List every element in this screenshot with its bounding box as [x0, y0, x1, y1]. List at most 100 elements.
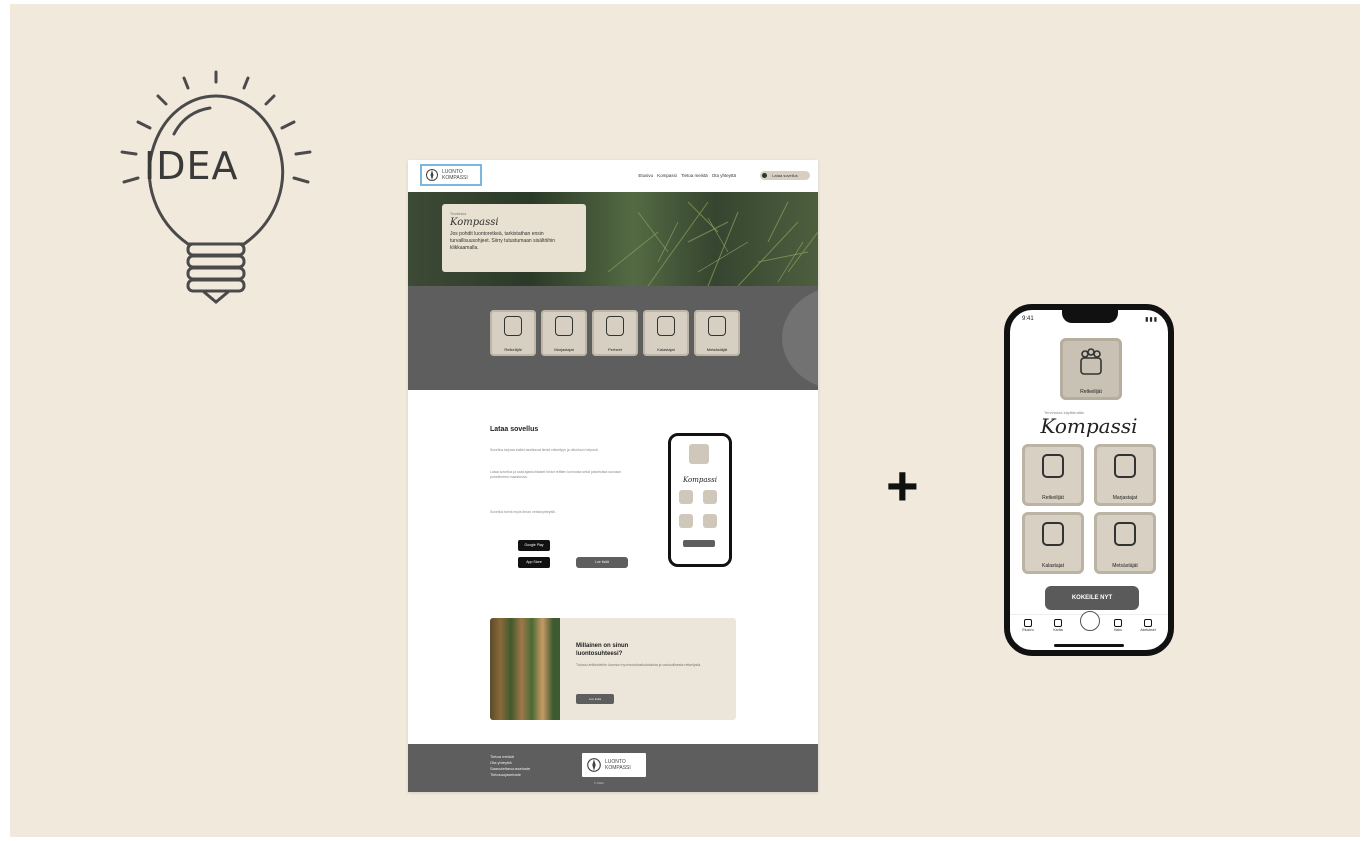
phone-tile-anglers[interactable]: Kalastajat: [1022, 512, 1084, 574]
nav-link-about[interactable]: Tietoa meistä: [681, 173, 708, 178]
idea-lightbulb-icon: [120, 70, 312, 304]
phone-tile-hunters[interactable]: Metsästäjät: [1094, 512, 1156, 574]
category-band: Retkeilijät Marjastajat Perheet Kalastaj…: [408, 286, 818, 390]
family-icon: [606, 316, 624, 336]
tab-map[interactable]: Kartta: [1046, 619, 1070, 632]
download-app-section: Lataa sovellus Sovellus tarjoaa kaikki t…: [408, 390, 818, 612]
search-icon: [1114, 619, 1122, 627]
hunting-icon: [1114, 522, 1136, 546]
phone-tab-bar: Etusivu Kartta Haku Asetukset: [1010, 611, 1168, 643]
phone-tile-hikers[interactable]: Retkeilijät: [1022, 444, 1084, 506]
phone-tile-berry-pickers[interactable]: Marjastajat: [1094, 444, 1156, 506]
mini-tile: [689, 444, 709, 464]
tile-label: Kalastajat: [657, 347, 675, 352]
logo-line-2: KOMPASSI: [442, 175, 468, 181]
footer-links: Tietoa meistä Ota yhteyttä Saavutettavuu…: [490, 754, 530, 778]
category-tile-hunters[interactable]: Metsästäjät: [694, 310, 740, 356]
status-time: 9:41: [1022, 316, 1034, 322]
download-paragraph-1: Sovellus tarjoaa kaikki tarvittavat tied…: [490, 448, 599, 452]
nav-download-button[interactable]: Lataa sovellus: [760, 171, 810, 180]
nav-links: Etusivu Kompassi Tietoa meistä Ota yhtey…: [638, 173, 736, 178]
phone-try-now-button[interactable]: KOKEILE NYT: [1045, 586, 1139, 610]
hero-title: Kompassi: [450, 217, 499, 228]
idea-label: IDEA: [144, 144, 239, 188]
phone-notch: [1062, 310, 1118, 323]
category-tiles: Retkeilijät Marjastajat Perheet Kalastaj…: [490, 310, 740, 356]
mini-tile: [703, 490, 717, 504]
presentation-canvas: IDEA LUONTO KOMPASSI Etusivu Kompassi Ti…: [10, 4, 1360, 837]
logo-text: LUONTO KOMPASSI: [442, 169, 468, 181]
compass-logo-icon: [426, 169, 438, 181]
hiker-icon: [1042, 454, 1064, 478]
tile-label: Perheet: [607, 347, 622, 352]
tab-home[interactable]: Etusivu: [1016, 619, 1040, 632]
tile-label: Marjastajat: [554, 347, 574, 352]
category-tile-berry-pickers[interactable]: Marjastajat: [541, 310, 587, 356]
nav-link-contact[interactable]: Ota yhteyttä: [712, 173, 736, 178]
hunting-icon: [708, 316, 726, 336]
group-icon: [1080, 348, 1102, 375]
forest-photo: [490, 618, 560, 720]
mini-tile: [679, 490, 693, 504]
tab-label: Asetukset: [1140, 628, 1156, 632]
category-tile-anglers[interactable]: Kalastajat: [643, 310, 689, 356]
hero-banner: Tervetuloa Kompassi Jos pohdit luontoret…: [408, 192, 818, 286]
tab-label: Etusivu: [1022, 628, 1034, 632]
compass-logo-icon: [587, 758, 601, 772]
category-tile-families[interactable]: Perheet: [592, 310, 638, 356]
download-read-more-button[interactable]: Lue lisää: [576, 557, 628, 568]
tab-label: Kartta: [1053, 628, 1063, 632]
tile-label: Metsästäjät: [706, 347, 728, 352]
google-play-badge[interactable]: Google Play: [518, 540, 550, 551]
forest-card-title: Millainen on sinun luontosuhteesi?: [576, 643, 629, 657]
fishing-icon: [1042, 522, 1064, 546]
fishing-icon: [657, 316, 675, 336]
tab-settings[interactable]: Asetukset: [1136, 619, 1160, 632]
nav-link-kompassi[interactable]: Kompassi: [657, 173, 677, 178]
category-tile-hikers[interactable]: Retkeilijät: [490, 310, 536, 356]
site-footer: Tietoa meistä Ota yhteyttä Saavutettavuu…: [408, 744, 818, 792]
mini-tile: [679, 514, 693, 528]
mini-tile: [703, 514, 717, 528]
phone-tile-label: Retkeilijät: [1042, 495, 1064, 501]
hero-card: Tervetuloa Kompassi Jos pohdit luontoret…: [442, 204, 586, 272]
phone-tile-label: Metsästäjät: [1112, 563, 1138, 569]
home-indicator: [1054, 644, 1124, 647]
status-icons: ▮▮▮: [1145, 317, 1158, 323]
hero-kicker: Tervetuloa: [450, 212, 467, 216]
download-section-title: Lataa sovellus: [490, 426, 539, 433]
download-paragraph-2: Lataa sovellus ja saat ajankohtaiset tie…: [490, 470, 621, 479]
website-mockup: LUONTO KOMPASSI Etusivu Kompassi Tietoa …: [408, 160, 818, 792]
footer-logo[interactable]: LUONTO KOMPASSI: [582, 753, 646, 777]
phone-tile-label: Marjastajat: [1112, 495, 1138, 501]
mini-phone-mockup: Kompassi: [668, 433, 732, 567]
hiker-icon: [504, 316, 522, 336]
forest-article-card: Millainen on sinun luontosuhteesi? Tutus…: [490, 618, 736, 720]
mini-phone-title: Kompassi: [683, 476, 717, 484]
forest-card-text: Tutustu artikkeleihin luonnon hyvinvoint…: [576, 663, 702, 667]
tile-label: Retkeilijät: [504, 347, 522, 352]
tab-compass-center[interactable]: [1080, 611, 1100, 631]
footer-logo-line-2: KOMPASSI: [605, 765, 631, 771]
band-decoration: [782, 286, 818, 390]
footer-logo-text: LUONTO KOMPASSI: [605, 759, 631, 771]
tab-search[interactable]: Haku: [1106, 619, 1130, 632]
site-navbar: LUONTO KOMPASSI Etusivu Kompassi Tietoa …: [408, 160, 818, 192]
site-logo[interactable]: LUONTO KOMPASSI: [420, 164, 482, 186]
phone-tile-label: Kalastajat: [1042, 563, 1064, 569]
selected-category-label: Retkeilijät: [1080, 389, 1102, 395]
phone-mockup: 9:41 ▮▮▮ Retkeilijät Tervetuloa käyttämä…: [1004, 304, 1174, 656]
plus-sign: +: [886, 454, 919, 517]
footer-copyright: © 2024: [594, 781, 604, 785]
settings-icon: [1144, 619, 1152, 627]
selected-category-tile[interactable]: Retkeilijät: [1060, 338, 1122, 400]
footer-link-privacy[interactable]: Tietosuojaseloste: [490, 772, 530, 778]
forest-read-more-button[interactable]: Lue lisää: [576, 694, 614, 704]
berry-icon: [1114, 454, 1136, 478]
nav-link-home[interactable]: Etusivu: [638, 173, 653, 178]
mini-phone-button: [683, 540, 715, 547]
map-icon: [1054, 619, 1062, 627]
app-store-badge[interactable]: App Store: [518, 557, 550, 568]
download-paragraph-3: Sovellus toimii myös ilman verkkoyhteytt…: [490, 510, 556, 514]
phone-title: Kompassi: [1040, 414, 1138, 438]
